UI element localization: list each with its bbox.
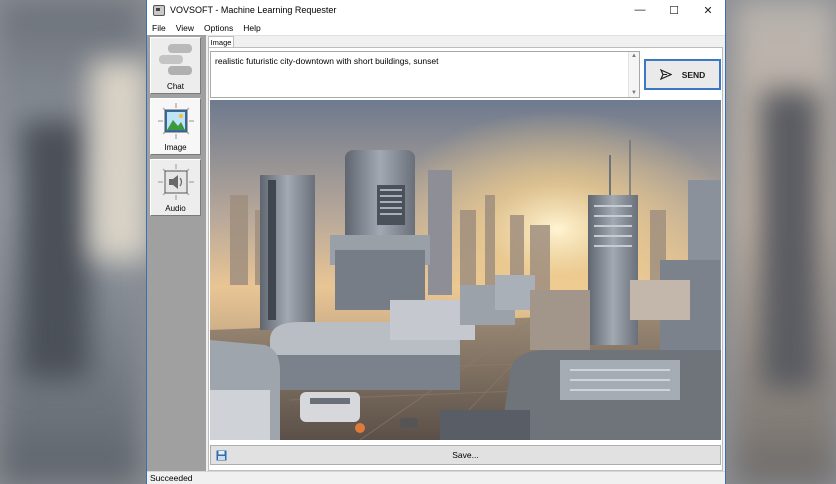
prompt-input[interactable]: realistic futuristic city-downtown with … xyxy=(210,51,640,98)
prompt-text: realistic futuristic city-downtown with … xyxy=(215,56,439,66)
image-icon xyxy=(158,103,194,139)
sidebar-item-label: Chat xyxy=(167,82,184,91)
minimize-icon[interactable]: — xyxy=(623,0,657,20)
sidebar-item-audio[interactable]: Audio xyxy=(150,159,201,216)
chat-bubbles-icon xyxy=(159,44,192,75)
status-text: Succeeded xyxy=(150,473,193,483)
sidebar-item-label: Image xyxy=(164,143,187,152)
close-icon[interactable]: ✕ xyxy=(691,0,725,20)
app-window: VOVSOFT - Machine Learning Requester — ☐… xyxy=(146,0,726,484)
sidebar-item-image[interactable]: Image xyxy=(150,98,201,155)
generated-image xyxy=(210,100,721,440)
status-bar: Succeeded xyxy=(147,471,725,484)
send-button[interactable]: SEND xyxy=(644,59,721,90)
title-bar: VOVSOFT - Machine Learning Requester — ☐… xyxy=(147,0,725,20)
menu-file[interactable]: File xyxy=(147,23,171,33)
prompt-scrollbar[interactable]: ▲ ▼ xyxy=(628,52,639,97)
menu-options[interactable]: Options xyxy=(199,23,238,33)
send-label: SEND xyxy=(681,69,706,80)
floppy-disk-icon xyxy=(216,450,227,461)
sidebar-item-label: Audio xyxy=(165,204,186,213)
maximize-icon[interactable]: ☐ xyxy=(657,0,691,20)
sidebar: Chat Image Audio xyxy=(147,35,206,471)
menu-help[interactable]: Help xyxy=(238,23,265,33)
app-icon xyxy=(153,4,165,16)
send-arrow-icon xyxy=(659,69,672,80)
speaker-icon xyxy=(158,164,194,200)
save-button[interactable]: Save... xyxy=(210,445,721,465)
menu-view[interactable]: View xyxy=(171,23,199,33)
menu-bar: File View Options Help xyxy=(147,20,725,36)
window-title: VOVSOFT - Machine Learning Requester xyxy=(170,5,337,15)
sidebar-item-chat[interactable]: Chat xyxy=(150,37,201,94)
save-label: Save... xyxy=(452,450,479,460)
